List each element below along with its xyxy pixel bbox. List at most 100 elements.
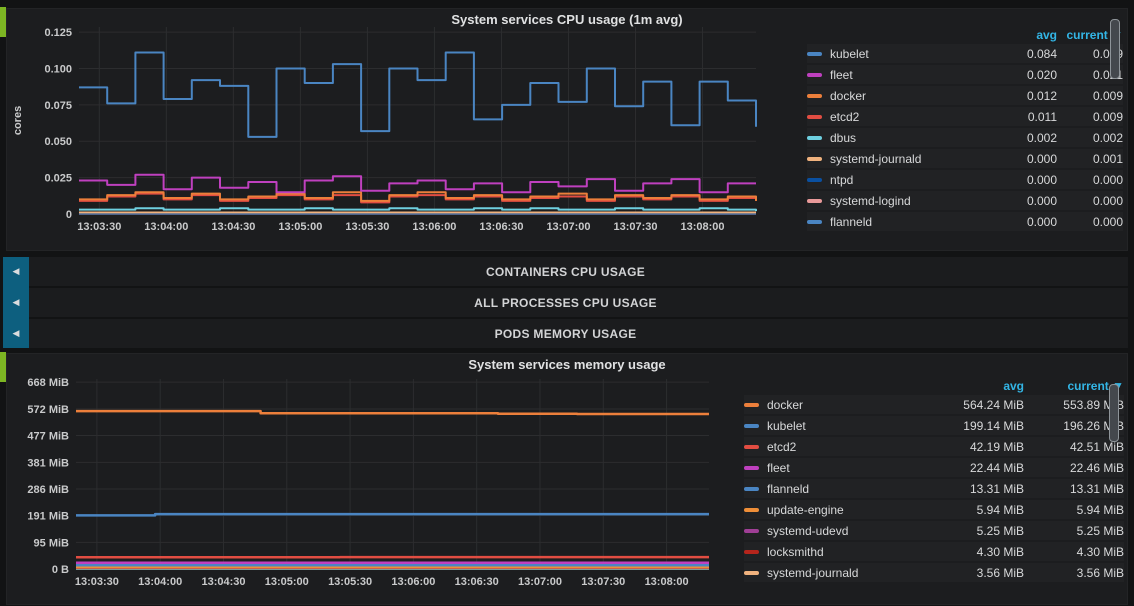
legend-current-value: 0.009 [1057, 110, 1123, 124]
legend-series-name[interactable]: docker [830, 89, 1001, 103]
legend-series-name[interactable]: systemd-journald [830, 152, 1001, 166]
collapsed-row-pods-memory[interactable]: PODS MEMORY USAGE [3, 319, 1128, 348]
cpu-legend-scrollbar[interactable] [1110, 19, 1120, 79]
y-axis-tick: 477 MiB [27, 431, 69, 443]
memory-row-tab[interactable] [0, 352, 6, 382]
legend-row: systemd-journald 0.000 0.001 [807, 149, 1123, 168]
collapsed-row-containers-cpu[interactable]: CONTAINERS CPU USAGE [3, 257, 1128, 286]
legend-series-name[interactable]: dbus [830, 131, 1001, 145]
legend-series-name[interactable]: etcd2 [830, 110, 1001, 124]
legend-avg-value: 22.44 MiB [928, 461, 1024, 475]
series-color-swatch[interactable] [807, 136, 822, 140]
legend-series-name[interactable]: flanneld [767, 482, 928, 496]
y-axis-tick: 95 MiB [34, 537, 70, 549]
legend-avg-value: 3.56 MiB [928, 566, 1024, 580]
expand-row-icon[interactable]: ◀ [3, 257, 29, 286]
x-axis-tick: 13:07:30 [581, 576, 625, 588]
series-color-swatch[interactable] [744, 508, 759, 512]
series-color-swatch[interactable] [807, 220, 822, 224]
x-axis-tick: 13:05:30 [345, 221, 389, 233]
legend-avg-value: 5.94 MiB [928, 503, 1024, 517]
series-color-swatch[interactable] [744, 403, 759, 407]
legend-avg-value: 199.14 MiB [928, 419, 1024, 433]
y-axis-tick: 191 MiB [27, 511, 69, 523]
legend-row: docker 0.012 0.009 [807, 86, 1123, 105]
legend-row: flanneld 13.31 MiB 13.31 MiB [744, 479, 1124, 498]
legend-series-name[interactable]: fleet [830, 68, 1001, 82]
collapsed-row-title: ALL PROCESSES CPU USAGE [474, 296, 657, 310]
legend-current-value: 5.25 MiB [1024, 524, 1124, 538]
legend-series-name[interactable]: fleet [767, 461, 928, 475]
series-color-swatch[interactable] [744, 466, 759, 470]
legend-series-name[interactable]: etcd2 [767, 440, 928, 454]
series-line-dbus[interactable] [79, 208, 756, 211]
legend-current-value: 0.002 [1057, 131, 1123, 145]
cpu-row-tab[interactable] [0, 7, 6, 37]
series-color-swatch[interactable] [744, 550, 759, 554]
x-axis-tick: 13:04:30 [201, 576, 245, 588]
legend-sort-avg[interactable]: avg [1001, 28, 1057, 42]
legend-row: systemd-udevd 5.25 MiB 5.25 MiB [744, 521, 1124, 540]
series-color-swatch[interactable] [744, 445, 759, 449]
x-axis-tick: 13:08:00 [645, 576, 689, 588]
x-axis-tick: 13:04:30 [211, 221, 255, 233]
expand-row-icon[interactable]: ◀ [3, 319, 29, 348]
legend-series-name[interactable]: locksmithd [767, 545, 928, 559]
memory-chart[interactable]: 0 B95 MiB191 MiB286 MiB381 MiB477 MiB572… [7, 354, 722, 606]
legend-row: etcd2 0.011 0.009 [807, 107, 1123, 126]
y-axis-tick: 0 [66, 209, 72, 221]
series-color-swatch[interactable] [807, 115, 822, 119]
legend-series-name[interactable]: update-engine [767, 503, 928, 517]
legend-row: etcd2 42.19 MiB 42.51 MiB [744, 437, 1124, 456]
y-axis-tick: 0.100 [44, 63, 72, 75]
memory-legend-scrollbar[interactable] [1109, 384, 1119, 442]
legend-series-name[interactable]: kubelet [767, 419, 928, 433]
series-color-swatch[interactable] [807, 157, 822, 161]
series-color-swatch[interactable] [744, 487, 759, 491]
series-color-swatch[interactable] [807, 178, 822, 182]
series-line-docker[interactable] [76, 411, 709, 414]
series-color-swatch[interactable] [807, 52, 822, 56]
legend-series-name[interactable]: systemd-udevd [767, 524, 928, 538]
legend-series-name[interactable]: kubelet [830, 47, 1001, 61]
x-axis-tick: 13:06:30 [455, 576, 499, 588]
series-color-swatch[interactable] [744, 571, 759, 575]
legend-avg-value: 0.012 [1001, 89, 1057, 103]
legend-row: flanneld 0.000 0.000 [807, 212, 1123, 231]
y-axis-tick: 286 MiB [27, 484, 69, 496]
cpu-panel-title[interactable]: System services CPU usage (1m avg) [7, 12, 1127, 27]
expand-row-icon[interactable]: ◀ [3, 288, 29, 317]
memory-panel-title[interactable]: System services memory usage [7, 357, 1127, 372]
cpu-chart[interactable]: 00.0250.0500.0750.1000.12513:03:3013:04:… [7, 9, 777, 252]
series-line-kubelet[interactable] [79, 53, 756, 137]
legend-sort-avg[interactable]: avg [928, 379, 1024, 393]
legend-series-name[interactable]: systemd-logind [830, 194, 1001, 208]
x-axis-tick: 13:05:30 [328, 576, 372, 588]
series-line-kubelet[interactable] [76, 514, 709, 515]
series-color-swatch[interactable] [744, 424, 759, 428]
legend-current-value: 0.009 [1057, 89, 1123, 103]
x-axis-tick: 13:03:30 [75, 576, 119, 588]
series-color-swatch[interactable] [807, 73, 822, 77]
legend-series-name[interactable]: flanneld [830, 215, 1001, 229]
legend-avg-value: 13.31 MiB [928, 482, 1024, 496]
y-axis-tick: 0.050 [44, 136, 72, 148]
legend-avg-value: 4.30 MiB [928, 545, 1024, 559]
legend-current-value: 0.000 [1057, 194, 1123, 208]
legend-avg-value: 0.000 [1001, 215, 1057, 229]
legend-avg-value: 0.000 [1001, 152, 1057, 166]
y-axis-tick: 0.075 [44, 100, 72, 112]
collapsed-row-all-processes-cpu[interactable]: ALL PROCESSES CPU USAGE [3, 288, 1128, 317]
y-axis-tick: 381 MiB [27, 457, 69, 469]
legend-series-name[interactable]: ntpd [830, 173, 1001, 187]
series-color-swatch[interactable] [744, 529, 759, 533]
legend-avg-value: 564.24 MiB [928, 398, 1024, 412]
legend-series-name[interactable]: docker [767, 398, 928, 412]
legend-series-name[interactable]: systemd-journald [767, 566, 928, 580]
series-color-swatch[interactable] [807, 199, 822, 203]
legend-row: update-engine 5.94 MiB 5.94 MiB [744, 500, 1124, 519]
series-color-swatch[interactable] [807, 94, 822, 98]
x-axis-tick: 13:07:00 [518, 576, 562, 588]
y-axis-tick: 572 MiB [27, 404, 69, 416]
cpu-legend: avg current ▼ kubelet 0.084 0.089 fleet … [795, 27, 1123, 233]
